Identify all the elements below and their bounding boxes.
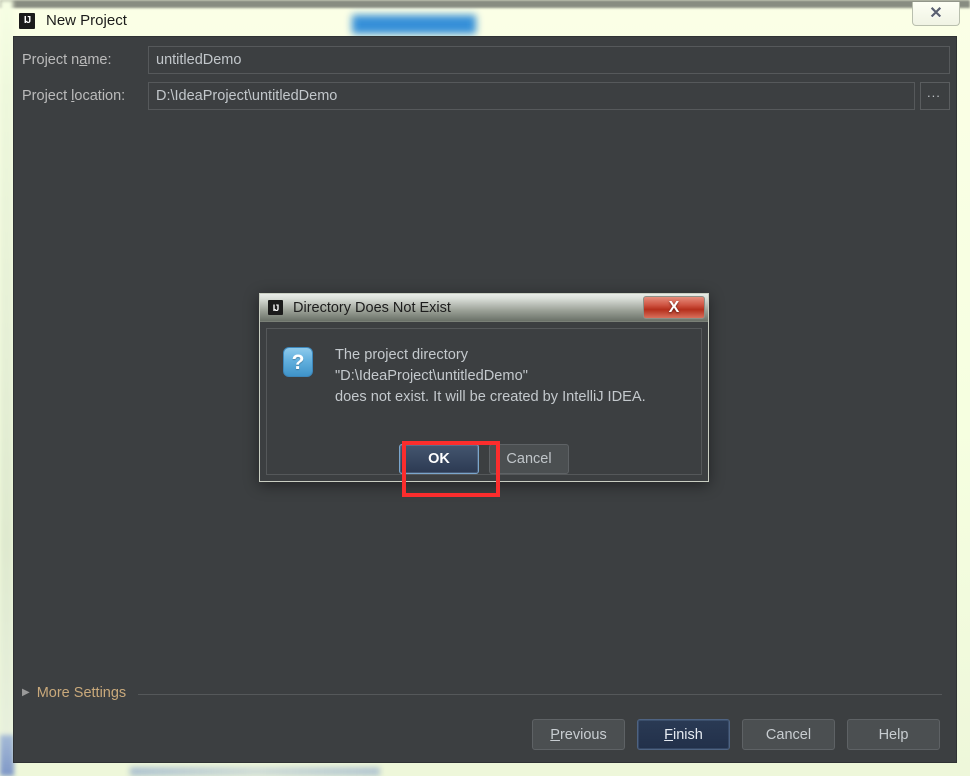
project-location-label: Project location: — [22, 88, 126, 104]
dialog-cancel-button[interactable]: Cancel — [489, 444, 569, 474]
finish-button[interactable]: Finish — [637, 719, 730, 750]
more-settings-label: More Settings — [36, 685, 127, 701]
dialog-message-text: The project directory "D:\IdeaProject\un… — [335, 347, 646, 405]
dialog-body: ? The project directory "D:\IdeaProject\… — [266, 328, 702, 497]
project-name-row: Project name: — [22, 46, 950, 74]
dialog-button-bar: OK Cancel — [267, 444, 701, 474]
help-button[interactable]: Help — [847, 719, 940, 750]
dialog-message-area: ? The project directory "D:\IdeaProject\… — [283, 345, 646, 408]
background-bottom-content — [130, 767, 380, 776]
page-title: New Project — [46, 12, 127, 29]
dialog-close-button[interactable]: X — [643, 296, 705, 319]
ellipsis-icon: ... — [927, 84, 941, 100]
chevron-right-icon: ▶ — [22, 687, 30, 698]
window-close-button[interactable]: ✕ — [912, 2, 960, 26]
project-name-label: Project name: — [22, 52, 112, 68]
cancel-button[interactable]: Cancel — [742, 719, 835, 750]
close-icon: ✕ — [929, 4, 943, 22]
more-settings-row: ▶ More Settings — [22, 682, 942, 704]
browse-folder-button[interactable]: ... — [920, 82, 950, 110]
intellij-idea-icon: IJ — [268, 300, 283, 315]
background-bottom-left-blue-element — [0, 735, 14, 776]
separator-line — [138, 693, 942, 695]
project-location-row: Project location: ... — [22, 82, 950, 110]
question-mark-icon: ? — [283, 347, 313, 377]
previous-button[interactable]: Previous — [532, 719, 625, 750]
dialog-ok-button[interactable]: OK — [399, 444, 479, 474]
close-icon: X — [668, 298, 680, 316]
dialog-title: Directory Does Not Exist — [293, 299, 451, 316]
project-location-input[interactable] — [148, 82, 915, 110]
more-settings-toggle[interactable]: ▶ More Settings — [22, 685, 126, 701]
directory-does-not-exist-dialog: IJ Directory Does Not Exist X ? The proj… — [259, 293, 709, 497]
background-left-frame — [0, 0, 13, 776]
dialog-titlebar: IJ Directory Does Not Exist X — [260, 294, 708, 322]
window-titlebar: IJ New Project — [13, 5, 957, 36]
intellij-idea-icon: IJ — [19, 12, 35, 29]
footer-button-bar: Previous Finish Cancel Help — [532, 719, 940, 750]
project-name-input[interactable] — [148, 46, 950, 74]
